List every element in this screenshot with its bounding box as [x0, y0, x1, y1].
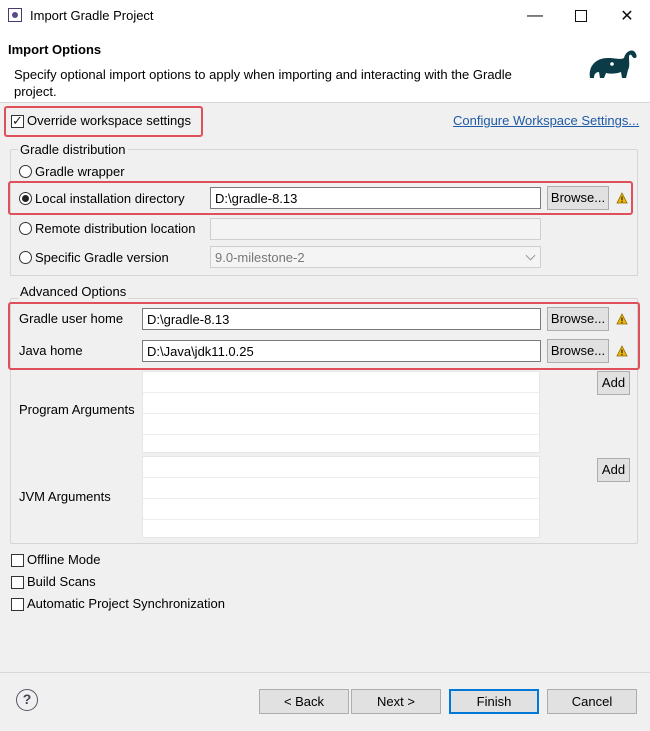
close-button[interactable]: ✕: [604, 0, 650, 32]
auto-sync-checkbox[interactable]: [11, 598, 24, 611]
program-arguments-label: Program Arguments: [19, 402, 135, 417]
radio-local-installation[interactable]: [19, 192, 32, 205]
list-item: [143, 372, 539, 393]
local-installation-input[interactable]: D:\gradle-8.13: [210, 187, 541, 209]
list-item: [143, 478, 539, 499]
radio-remote-distribution[interactable]: [19, 222, 32, 235]
java-home-input[interactable]: D:\Java\jdk11.0.25: [142, 340, 541, 362]
next-button[interactable]: Next >: [351, 689, 441, 714]
override-workspace-checkbox[interactable]: [11, 113, 24, 129]
back-button[interactable]: < Back: [259, 689, 349, 714]
browse-java-home-button[interactable]: Browse...: [547, 339, 609, 363]
list-item: [143, 393, 539, 414]
radio-gradle-wrapper[interactable]: [19, 165, 32, 178]
remote-distribution-label: Remote distribution location: [35, 221, 196, 236]
window-title: Import Gradle Project: [30, 8, 154, 23]
footer-separator: [0, 672, 650, 673]
close-icon: ✕: [620, 8, 634, 25]
chevron-down-icon: [525, 250, 536, 261]
jvm-arguments-list[interactable]: [142, 456, 540, 538]
offline-mode-label: Offline Mode: [27, 552, 101, 567]
gradle-user-home-label: Gradle user home: [19, 311, 124, 326]
page-description: Specify optional import options to apply…: [14, 67, 512, 99]
warning-icon: [616, 345, 628, 357]
help-button[interactable]: ?: [16, 689, 38, 711]
wizard-header: Import Options Specify optional import o…: [0, 32, 650, 103]
override-workspace-label: Override workspace settings: [27, 113, 192, 128]
help-icon: ?: [22, 691, 32, 707]
radio-specific-version[interactable]: [19, 251, 32, 264]
gradle-version-value: 9.0-milestone-2: [215, 250, 305, 265]
add-program-argument-button[interactable]: Add: [597, 371, 630, 395]
build-scans-label: Build Scans: [27, 574, 96, 589]
gradle-wrapper-label: Gradle wrapper: [35, 164, 125, 179]
gradle-user-home-input[interactable]: D:\gradle-8.13: [142, 308, 541, 330]
offline-mode-checkbox[interactable]: [11, 554, 24, 567]
configure-workspace-link[interactable]: Configure Workspace Settings...: [453, 113, 639, 128]
minimize-button[interactable]: —: [512, 0, 558, 32]
warning-icon: [616, 313, 628, 325]
cancel-button[interactable]: Cancel: [547, 689, 637, 714]
auto-sync-label: Automatic Project Synchronization: [27, 596, 225, 611]
list-item: [143, 499, 539, 520]
jvm-arguments-label: JVM Arguments: [19, 489, 111, 504]
build-scans-checkbox[interactable]: [11, 576, 24, 589]
finish-button[interactable]: Finish: [449, 689, 539, 714]
browse-gradle-home-button[interactable]: Browse...: [547, 307, 609, 331]
list-item: [143, 414, 539, 435]
local-installation-label: Local installation directory: [35, 191, 185, 206]
minimize-icon: —: [527, 7, 543, 24]
add-jvm-argument-button[interactable]: Add: [597, 458, 630, 482]
gradle-version-select[interactable]: 9.0-milestone-2: [210, 246, 541, 268]
program-arguments-list[interactable]: [142, 371, 540, 453]
gradle-elephant-icon: [589, 50, 637, 78]
warning-icon: [616, 192, 628, 204]
maximize-icon: [575, 10, 587, 22]
title-bar: Import Gradle Project — ✕: [0, 0, 650, 32]
java-home-label: Java home: [19, 343, 83, 358]
browse-local-button[interactable]: Browse...: [547, 186, 609, 210]
specific-version-label: Specific Gradle version: [35, 250, 169, 265]
page-title: Import Options: [8, 42, 102, 57]
gradle-distribution-title: Gradle distribution: [18, 142, 128, 157]
list-item: [143, 457, 539, 478]
advanced-options-title: Advanced Options: [18, 284, 129, 299]
maximize-button[interactable]: [558, 0, 604, 32]
eclipse-app-icon: [8, 8, 22, 22]
remote-distribution-input[interactable]: [210, 218, 541, 240]
